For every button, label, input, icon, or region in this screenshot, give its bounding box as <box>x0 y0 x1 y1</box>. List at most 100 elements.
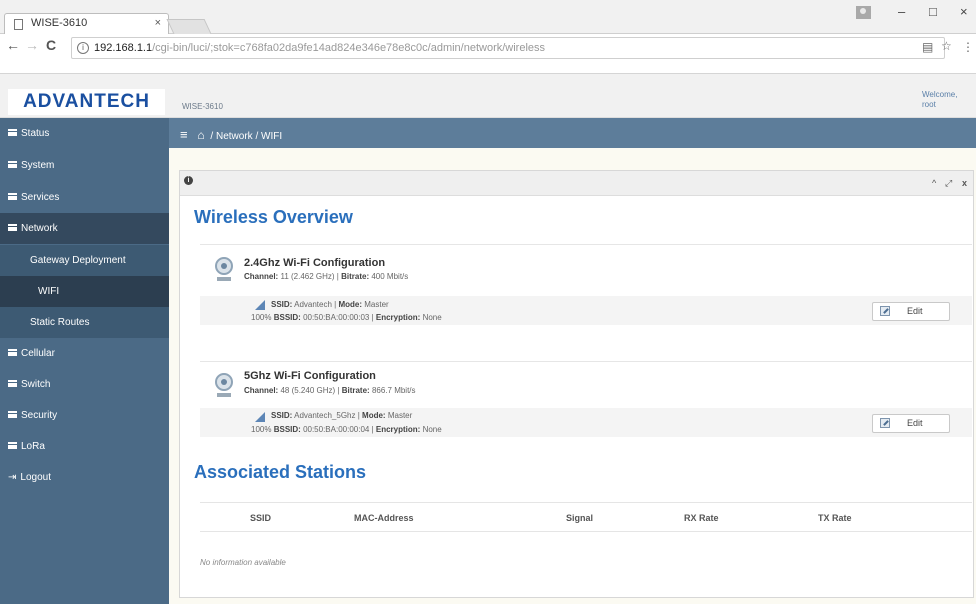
new-tab-button[interactable] <box>166 19 212 34</box>
bookmark-star-icon[interactable]: ☆ <box>941 39 952 53</box>
radio-channel-line: Channel: 48 (5.240 GHz) | Bitrate: 866.7… <box>244 386 416 395</box>
bitrate-label: Bitrate: <box>341 386 370 395</box>
browser-tab[interactable]: WISE-3610 × <box>4 13 169 34</box>
sidebar-item-label: Switch <box>21 379 51 390</box>
url-path: /cgi-bin/luci/;stok=c768fa02da9fe14ad824… <box>152 42 546 54</box>
forward-button[interactable]: → <box>25 37 39 53</box>
network-bssid-line: 100% BSSID: 00:50:BA:00:00:03 | Encrypti… <box>251 313 442 322</box>
list-icon <box>8 161 17 168</box>
minimize-button[interactable]: – <box>898 4 905 19</box>
sidebar-item-label: Network <box>21 223 58 234</box>
panel-info-icon: i <box>184 176 193 185</box>
wireless-radio-icon <box>215 257 233 275</box>
sidebar-item-label: Logout <box>20 472 51 483</box>
list-icon <box>8 442 17 449</box>
sidebar-item-cellular[interactable]: Cellular <box>0 338 169 369</box>
bssid-value: 00:50:BA:00:00:03 <box>303 313 370 322</box>
panel-header <box>180 171 973 196</box>
channel-label: Channel: <box>244 272 279 281</box>
collapse-icon[interactable]: ^ <box>932 178 936 188</box>
list-icon <box>8 193 17 200</box>
sidebar-item-wifi[interactable]: WIFI <box>0 276 169 307</box>
tab-close-icon[interactable]: × <box>155 17 161 29</box>
welcome-user: root <box>922 100 936 109</box>
panel-close-icon[interactable]: x <box>962 178 967 188</box>
home-icon[interactable]: ⌂ <box>197 128 204 142</box>
column-header-signal[interactable]: Signal <box>566 513 593 523</box>
edit-label: Edit <box>907 418 923 428</box>
sidebar-item-label: Static Routes <box>30 317 90 328</box>
reload-button[interactable]: C <box>46 37 56 53</box>
ssid-label: SSID: <box>271 300 293 309</box>
info-icon[interactable]: i <box>77 42 89 54</box>
encryption-label: Encryption: <box>375 425 421 434</box>
logout-icon: ⇥ <box>8 472 17 483</box>
sidebar-item-lora[interactable]: LoRa <box>0 431 169 462</box>
sidebar-item-switch[interactable]: Switch <box>0 369 169 400</box>
signal-icon <box>255 300 265 310</box>
user-profile-icon[interactable] <box>856 6 871 19</box>
breadcrumb-network[interactable]: Network <box>216 131 253 142</box>
sidebar-item-label: System <box>21 160 55 171</box>
list-icon <box>8 349 17 356</box>
channel-value: 48 (5.240 GHz) <box>280 386 336 395</box>
address-bar[interactable]: i 192.168.1.1/cgi-bin/luci/;stok=c768fa0… <box>71 37 945 59</box>
breadcrumb-wifi: WIFI <box>261 131 283 142</box>
sidebar-item-label: Security <box>21 410 58 421</box>
channel-label: Channel: <box>244 386 279 395</box>
bitrate-value: 866.7 Mbit/s <box>371 386 416 395</box>
mode-value: Master <box>364 300 389 309</box>
network-ssid-line: SSID: Advantech | Mode: Master <box>271 300 389 309</box>
associated-stations-title: Associated Stations <box>194 462 367 482</box>
translate-icon[interactable]: ▤ <box>922 40 933 54</box>
document-icon <box>14 19 23 30</box>
signal-percent: 100% <box>251 425 272 434</box>
bitrate-label: Bitrate: <box>341 272 370 281</box>
list-icon <box>8 129 17 136</box>
sidebar-item-gateway-deployment[interactable]: Gateway Deployment <box>0 245 169 276</box>
welcome-text: Welcome, root <box>922 90 957 110</box>
back-button[interactable]: ← <box>6 37 20 53</box>
sidebar-item-network[interactable]: Network <box>0 213 169 244</box>
column-header-ssid[interactable]: SSID <box>250 513 271 523</box>
menu-toggle-icon[interactable]: ≡ <box>180 127 188 142</box>
sidebar-item-label: Cellular <box>21 348 55 359</box>
ssid-label: SSID: <box>271 411 293 420</box>
list-icon <box>8 380 17 387</box>
edit-button[interactable]: Edit <box>872 414 950 433</box>
close-window-button[interactable]: × <box>960 4 968 19</box>
sidebar-item-security[interactable]: Security <box>0 400 169 431</box>
expand-icon[interactable]: ⤢ <box>945 178 952 189</box>
edit-icon <box>880 418 890 428</box>
bssid-label: BSSID: <box>273 313 301 322</box>
sidebar-item-static-routes[interactable]: Static Routes <box>0 307 169 338</box>
maximize-button[interactable]: □ <box>929 4 937 19</box>
device-name: WISE-3610 <box>182 102 223 111</box>
mode-label: Mode: <box>362 411 386 420</box>
wireless-radio-base <box>217 277 231 281</box>
sidebar-item-logout[interactable]: ⇥ Logout <box>0 462 169 493</box>
sidebar-item-label: Gateway Deployment <box>30 255 126 266</box>
encryption-value: None <box>422 425 442 434</box>
sidebar-item-system[interactable]: System <box>0 150 169 181</box>
breadcrumb-sep: / <box>210 131 214 142</box>
menu-kebab-icon[interactable]: ⋮ <box>962 40 974 54</box>
edit-button[interactable]: Edit <box>872 302 950 321</box>
list-icon <box>8 224 17 231</box>
radio-channel-line: Channel: 11 (2.462 GHz) | Bitrate: 400 M… <box>244 272 409 281</box>
encryption-label: Encryption: <box>375 313 421 322</box>
column-header-tx-rate[interactable]: TX Rate <box>818 513 852 523</box>
browser-toolbar: ← → C i 192.168.1.1/cgi-bin/luci/;stok=c… <box>0 34 976 74</box>
radio-title: 2.4Ghz Wi-Fi Configuration <box>244 257 386 269</box>
url-host: 192.168.1.1 <box>94 42 153 54</box>
network-ssid-line: SSID: Advantech_5Ghz | Mode: Master <box>271 411 413 420</box>
ssid-value: Advantech <box>294 300 332 309</box>
signal-icon <box>255 412 265 422</box>
bssid-value: 00:50:BA:00:00:04 <box>303 425 370 434</box>
radio-title: 5Ghz Wi-Fi Configuration <box>244 370 376 382</box>
sidebar-item-status[interactable]: Status <box>0 118 169 149</box>
column-header-mac[interactable]: MAC-Address <box>354 513 414 523</box>
tab-title: WISE-3610 <box>31 17 88 29</box>
column-header-rx-rate[interactable]: RX Rate <box>684 513 719 523</box>
sidebar-item-services[interactable]: Services <box>0 182 169 213</box>
